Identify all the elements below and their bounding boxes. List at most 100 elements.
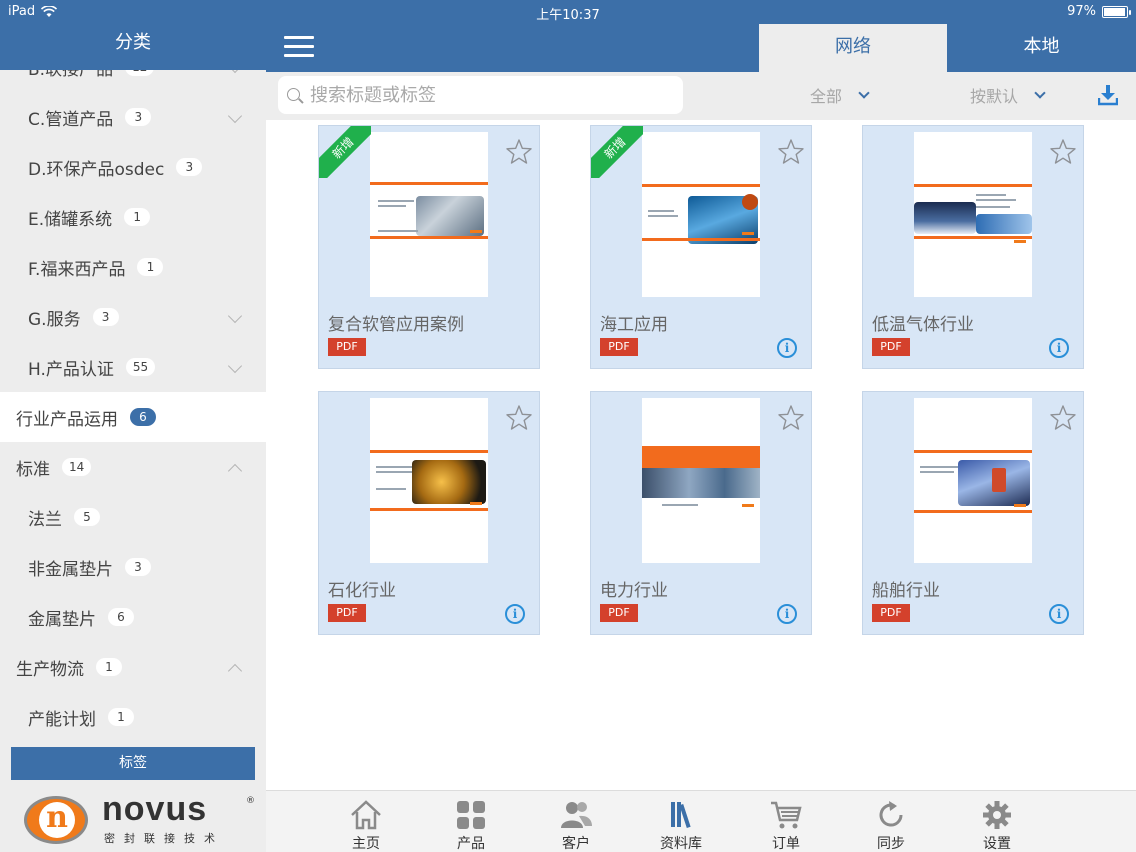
tab-gear[interactable]: 设置 <box>947 791 1047 852</box>
document-thumbnail[interactable] <box>642 398 760 563</box>
sidebar-item-label: 法兰 <box>28 509 62 530</box>
logo-wordmark: novus <box>102 790 208 828</box>
sidebar-item[interactable]: 金属垫片 6 <box>0 592 266 642</box>
chevron-up-icon[interactable] <box>227 463 243 479</box>
sidebar-item[interactable]: 法兰 5 <box>0 492 266 542</box>
star-icon[interactable] <box>505 404 533 432</box>
document-card[interactable]: 新增 复合软管应用案例 PDF <box>318 125 540 369</box>
count-badge: 3 <box>92 308 119 326</box>
tab-local[interactable]: 本地 <box>947 24 1136 72</box>
sidebar-item-label: 产能计划 <box>28 709 96 730</box>
star-icon[interactable] <box>1049 404 1077 432</box>
sidebar-item[interactable]: E.储罐系统 1 <box>0 192 266 242</box>
star-icon[interactable] <box>777 138 805 166</box>
document-title: 石化行业 <box>328 581 396 601</box>
tab-label: 设置 <box>983 836 1011 852</box>
filter-bar: 全部 按默认 <box>266 72 1136 120</box>
sidebar-item[interactable]: H.产品认证 55 <box>0 342 266 392</box>
tab-network[interactable]: 网络 <box>759 24 947 72</box>
chevron-up-icon[interactable] <box>227 663 243 679</box>
chevron-down-icon[interactable] <box>227 108 243 124</box>
tab-label: 同步 <box>877 836 905 852</box>
document-card[interactable]: 船舶行业 PDF i <box>862 391 1084 635</box>
sidebar-item[interactable]: C.管道产品 3 <box>0 92 266 142</box>
sidebar-item[interactable]: D.环保产品osdec 3 <box>0 142 266 192</box>
document-thumbnail[interactable] <box>642 132 760 297</box>
document-card[interactable]: 石化行业 PDF i <box>318 391 540 635</box>
star-icon[interactable] <box>777 404 805 432</box>
menu-icon[interactable] <box>284 36 314 58</box>
file-type-badge: PDF <box>872 338 910 356</box>
tab-grid[interactable]: 产品 <box>421 791 521 852</box>
sort-label: 按默认 <box>970 87 1019 106</box>
bottom-tab-bar: 主页 产品 客户 资料库 订单 同步 设置 <box>266 790 1136 852</box>
category-list[interactable]: B.联接产品12C.管道产品3D.环保产品osdec3E.储罐系统1F.福来西产… <box>0 70 266 746</box>
document-grid: 新增 复合软管应用案例 PDF 新增 海工应用 PDF i 低温气体行业 PDF i 石化行业 PDF… <box>266 120 1136 790</box>
tab-home[interactable]: 主页 <box>316 791 416 852</box>
search-input[interactable] <box>310 80 670 110</box>
sidebar-item[interactable]: 行业产品运用 6 <box>0 392 266 442</box>
count-badge: 3 <box>125 558 151 576</box>
logo-registered: ® <box>246 796 255 806</box>
sidebar-item-label: D.环保产品osdec <box>28 159 165 180</box>
info-icon[interactable]: i <box>777 338 797 358</box>
sidebar-item[interactable]: F.福来西产品 1 <box>0 242 266 292</box>
chevron-down-icon[interactable] <box>227 70 243 74</box>
sidebar-item[interactable]: 生产物流 1 <box>0 642 266 692</box>
star-icon[interactable] <box>1049 138 1077 166</box>
category-filter-dropdown[interactable]: 全部 <box>810 72 870 118</box>
count-badge: 6 <box>130 408 156 426</box>
tab-library[interactable]: 资料库 <box>631 791 731 852</box>
info-icon[interactable]: i <box>1049 604 1069 624</box>
sort-dropdown[interactable]: 按默认 <box>970 72 1046 118</box>
search-box[interactable] <box>278 76 683 114</box>
info-icon[interactable]: i <box>777 604 797 624</box>
new-badge-ribbon: 新增 <box>319 126 371 178</box>
chevron-down-icon[interactable] <box>227 308 243 324</box>
count-badge: 5 <box>74 508 100 526</box>
count-badge: 55 <box>125 358 156 376</box>
document-title: 电力行业 <box>600 581 668 601</box>
info-icon[interactable]: i <box>505 604 525 624</box>
chevron-down-icon[interactable] <box>227 358 243 374</box>
sidebar-item-label: F.福来西产品 <box>28 259 126 280</box>
document-title: 低温气体行业 <box>872 315 974 335</box>
sidebar-item-label: E.储罐系统 <box>28 209 113 230</box>
tab-sync[interactable]: 同步 <box>841 791 941 852</box>
sidebar-item-label: C.管道产品 <box>28 109 114 130</box>
document-thumbnail[interactable] <box>914 132 1032 297</box>
download-icon[interactable] <box>1098 84 1118 106</box>
tag-button[interactable]: 标签 <box>11 747 255 780</box>
chevron-down-icon <box>858 86 870 99</box>
sidebar-item[interactable]: G.服务 3 <box>0 292 266 342</box>
tab-label: 客户 <box>562 836 590 852</box>
tab-cart[interactable]: 订单 <box>736 791 836 852</box>
info-icon[interactable]: i <box>1049 338 1069 358</box>
document-card[interactable]: 新增 海工应用 PDF i <box>590 125 812 369</box>
tab-users[interactable]: 客户 <box>526 791 626 852</box>
sidebar-item-label: 非金属垫片 <box>28 559 113 580</box>
count-badge: 1 <box>108 708 134 726</box>
sidebar-item-label: 行业产品运用 <box>16 409 118 430</box>
document-thumbnail[interactable] <box>370 398 488 563</box>
category-filter-label: 全部 <box>810 87 843 106</box>
document-card[interactable]: 低温气体行业 PDF i <box>862 125 1084 369</box>
file-type-badge: PDF <box>600 604 638 622</box>
tab-label: 主页 <box>352 836 380 852</box>
sidebar-item[interactable]: 产能计划 1 <box>0 692 266 742</box>
sidebar-item[interactable]: 标准 14 <box>0 442 266 492</box>
sidebar: 分类 B.联接产品12C.管道产品3D.环保产品osdec3E.储罐系统1F.福… <box>0 24 266 852</box>
sidebar-item[interactable]: 非金属垫片 3 <box>0 542 266 592</box>
logo-tagline: 密封联接技术 <box>104 832 224 845</box>
star-icon[interactable] <box>505 138 533 166</box>
file-type-badge: PDF <box>328 604 366 622</box>
status-bar: iPad 上午10:37 97% <box>0 0 1136 24</box>
document-thumbnail[interactable] <box>370 132 488 297</box>
sidebar-item-label: 标准 <box>16 459 50 480</box>
search-icon <box>287 88 300 101</box>
file-type-badge: PDF <box>600 338 638 356</box>
document-thumbnail[interactable] <box>914 398 1032 563</box>
sidebar-item[interactable]: B.联接产品 12 <box>0 70 266 92</box>
document-card[interactable]: 电力行业 PDF i <box>590 391 812 635</box>
count-badge: 12 <box>125 70 155 76</box>
